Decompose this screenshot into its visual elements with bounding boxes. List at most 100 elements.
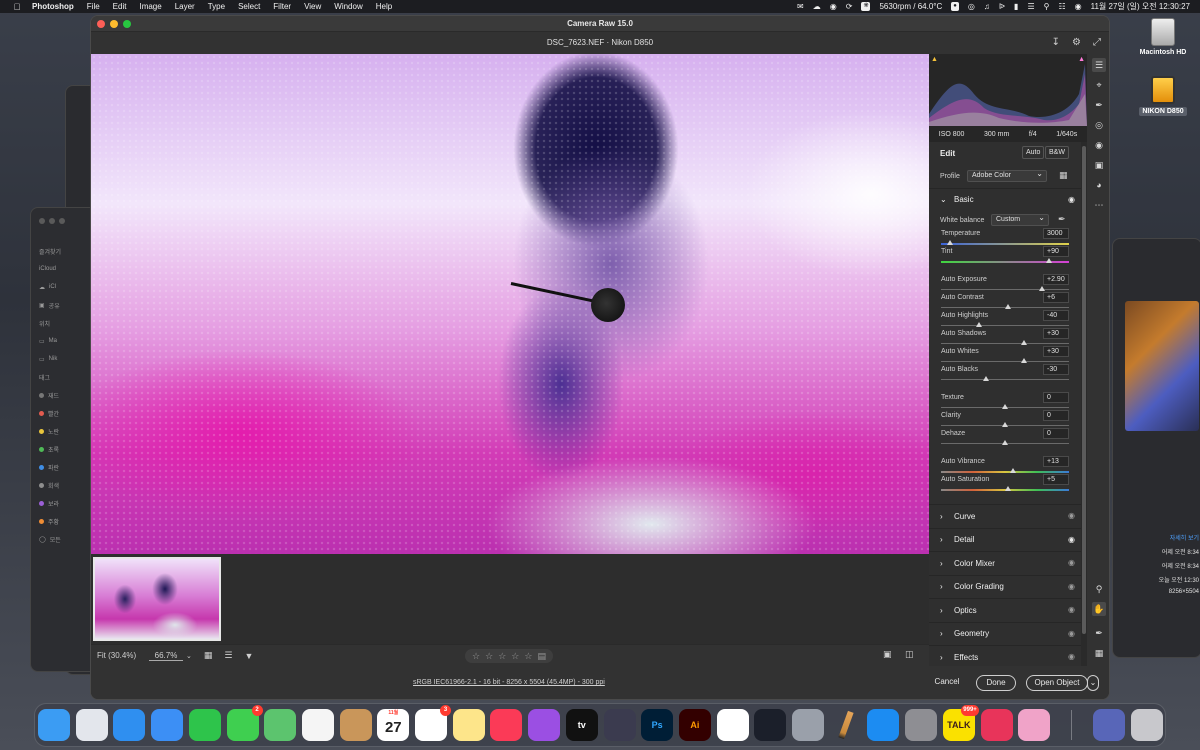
- slider-value-input[interactable]: 0: [1043, 428, 1069, 439]
- scrollbar-thumb[interactable]: [1082, 146, 1086, 634]
- bluetooth-icon[interactable]: ᐉ: [999, 2, 1005, 11]
- slider-track[interactable]: [941, 325, 1069, 326]
- slider-track[interactable]: [941, 243, 1069, 245]
- section-color-mixer[interactable]: › Color Mixer ◉: [929, 551, 1081, 575]
- eye-icon[interactable]: ◉: [1068, 535, 1075, 544]
- fit-zoom-button[interactable]: Fit (30.4%): [97, 651, 147, 660]
- dock-clip-studio-icon[interactable]: [716, 709, 749, 741]
- apple-menu-icon[interactable]: : [12, 2, 22, 12]
- slider-thumb[interactable]: [982, 376, 989, 381]
- snapshots-icon[interactable]: ▣: [1092, 158, 1106, 172]
- slider-value-input[interactable]: 0: [1043, 410, 1069, 421]
- cloud-icon[interactable]: ☁: [813, 2, 821, 11]
- slider-auto-saturation[interactable]: Auto Saturation +5: [929, 474, 1081, 494]
- slider-thumb[interactable]: [1002, 404, 1008, 409]
- grid-icon[interactable]: ▦: [1092, 646, 1106, 660]
- gear-icon[interactable]: ⚙: [1072, 32, 1081, 54]
- white-balance-select[interactable]: Custom: [991, 213, 1049, 226]
- menu-select[interactable]: Select: [238, 2, 260, 11]
- save-icon[interactable]: ↧: [1052, 32, 1060, 54]
- slider-value-input[interactable]: -40: [1043, 310, 1069, 321]
- section-optics[interactable]: › Optics ◉: [929, 598, 1081, 622]
- profile-browser-icon[interactable]: ▦: [1059, 170, 1068, 181]
- slider-track[interactable]: [941, 471, 1069, 473]
- more-info-link[interactable]: 자세히 보기: [1117, 533, 1200, 547]
- star-rating[interactable]: ☆ ☆ ☆ ☆ ☆ ▤: [465, 649, 553, 663]
- star-icon[interactable]: ☆: [511, 651, 519, 662]
- finder-window-right[interactable]: 자세히 보기 어제 오전 8:34 어제 오전 8:34 오늘 오전 12:30…: [1112, 238, 1200, 658]
- menu-image[interactable]: Image: [139, 2, 161, 11]
- dock-illustrator-icon[interactable]: Ai: [678, 709, 711, 741]
- red-eye-icon[interactable]: ◉: [1092, 138, 1106, 152]
- zoom-button[interactable]: [123, 20, 131, 28]
- eye-icon[interactable]: ◉: [1068, 195, 1075, 204]
- section-curve[interactable]: › Curve ◉: [929, 504, 1081, 528]
- slider-value-input[interactable]: 0: [1043, 392, 1069, 403]
- notification-icon[interactable]: ✉: [797, 2, 804, 11]
- sidebar-tag-red[interactable]: 빨간: [39, 404, 65, 422]
- dock-launchpad-icon[interactable]: [75, 709, 108, 741]
- star-icon[interactable]: ☆: [485, 651, 493, 662]
- menu-view[interactable]: View: [304, 2, 321, 11]
- slider-thumb[interactable]: [946, 240, 953, 245]
- spotlight-icon[interactable]: ⚲: [1044, 2, 1050, 11]
- trash-icon[interactable]: ▤: [537, 651, 546, 662]
- more-icon[interactable]: ⋯: [1092, 198, 1106, 212]
- eye-icon[interactable]: ◉: [1068, 629, 1075, 638]
- section-effects[interactable]: › Effects ◉: [929, 645, 1081, 666]
- slider-thumb[interactable]: [1021, 358, 1028, 363]
- eyedropper-icon[interactable]: ✒: [1058, 214, 1066, 225]
- slider-thumb[interactable]: [1009, 468, 1016, 473]
- slider-track[interactable]: [941, 289, 1069, 290]
- record-icon[interactable]: ◉: [830, 2, 837, 11]
- slider-thumb[interactable]: [1004, 486, 1011, 491]
- slider-value-input[interactable]: +30: [1043, 328, 1069, 339]
- sidebar-tag-blue[interactable]: 파란: [39, 458, 65, 476]
- slider-value-input[interactable]: +5: [1043, 474, 1069, 485]
- menu-layer[interactable]: Layer: [175, 2, 195, 11]
- slider-thumb[interactable]: [1004, 304, 1011, 309]
- filmstrip-thumbnail[interactable]: [93, 557, 221, 641]
- section-geometry[interactable]: › Geometry ◉: [929, 621, 1081, 646]
- section-basic[interactable]: ⌄ Basic ◉: [929, 188, 1081, 210]
- dock-compressor-icon[interactable]: [792, 709, 824, 741]
- eye-icon[interactable]: ◉: [1068, 582, 1075, 591]
- menu-file[interactable]: File: [87, 2, 100, 11]
- sidebar-tag-purple[interactable]: 보라: [39, 494, 65, 512]
- bw-button[interactable]: B&W: [1045, 146, 1069, 159]
- sidebar-nikon[interactable]: ▭ Nik: [39, 350, 65, 368]
- dock-safari-icon[interactable]: [113, 709, 146, 741]
- zoom-icon[interactable]: ⚲: [1092, 582, 1106, 596]
- shield-icon[interactable]: ◎: [968, 2, 975, 11]
- zoom-level[interactable]: 66.7%: [149, 651, 183, 661]
- sidebar-tag-yellow[interactable]: 노란: [39, 422, 65, 440]
- dock-system-preferences-icon[interactable]: [905, 709, 938, 741]
- dock-contacts-icon[interactable]: [339, 709, 372, 741]
- sidebar-tag-gray[interactable]: 회색: [39, 476, 65, 494]
- slider-track[interactable]: [941, 343, 1069, 344]
- dock-notes-icon[interactable]: [452, 709, 485, 741]
- menu-window[interactable]: Window: [334, 2, 362, 11]
- slider-thumb[interactable]: [1021, 340, 1028, 345]
- crop-icon[interactable]: ⌖: [1092, 78, 1106, 92]
- preview-toggle-icon[interactable]: ▣: [883, 649, 892, 660]
- sidebar-icloud-drive[interactable]: ☁ iCl: [39, 278, 65, 296]
- menu-help[interactable]: Help: [376, 2, 392, 11]
- slider-value-input[interactable]: +2.90: [1043, 274, 1069, 285]
- sidebar-mac[interactable]: ▭ Ma: [39, 332, 65, 350]
- control-center-icon[interactable]: ☷: [1058, 2, 1065, 11]
- dock-photos-icon[interactable]: [301, 709, 334, 741]
- clock[interactable]: 11월 27일 (일) 오전 12:30:27: [1091, 1, 1190, 12]
- minimize-button[interactable]: [110, 20, 118, 28]
- dock-pinkie-icon[interactable]: [1018, 709, 1051, 741]
- slider-thumb[interactable]: [1039, 286, 1046, 291]
- sidebar-tag-work[interactable]: 재드: [39, 386, 65, 404]
- filmstrip-options-icon[interactable]: ▦: [204, 650, 213, 661]
- dock-downloads-icon[interactable]: [1093, 709, 1125, 741]
- chevron-down-icon[interactable]: ⌄: [186, 652, 192, 660]
- photo-preview[interactable]: [91, 54, 929, 554]
- slider-value-input[interactable]: +6: [1043, 292, 1069, 303]
- slider-value-input[interactable]: 3000: [1043, 228, 1069, 239]
- dock-pencil-icon[interactable]: [830, 709, 862, 741]
- slider-thumb[interactable]: [1045, 258, 1052, 263]
